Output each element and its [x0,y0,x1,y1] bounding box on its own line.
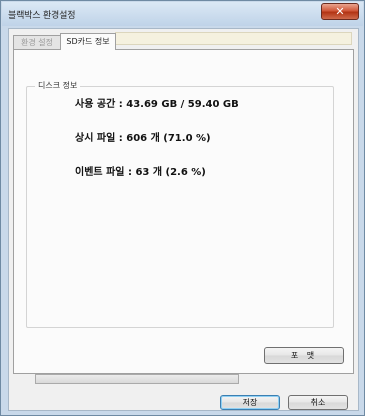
title-bar[interactable]: 블랙박스 환경설정 ✕ [2,2,363,26]
dialog-body: 환경 설정 SD카드 정보 디스크 정보 사용 공간 : 43.69 GB / … [8,28,359,411]
disk-info-group: 디스크 정보 사용 공간 : 43.69 GB / 59.40 GB 상시 파일… [26,80,334,328]
tab-strip-background [115,32,352,45]
used-space-text: 사용 공간 : 43.69 GB / 59.40 GB [75,99,239,110]
save-button[interactable]: 저장 [220,395,280,410]
normal-files-text: 상시 파일 : 606 개 (71.0 %) [75,133,211,144]
format-button[interactable]: 포 맷 [264,347,344,364]
disk-info-group-label: 디스크 정보 [35,80,81,91]
event-files-text: 이벤트 파일 : 63 개 (2.6 %) [75,167,206,178]
window-title: 블랙박스 환경설정 [8,11,76,21]
close-icon: ✕ [335,5,345,18]
sd-card-info-panel: 디스크 정보 사용 공간 : 43.69 GB / 59.40 GB 상시 파일… [13,49,354,374]
cancel-button[interactable]: 취소 [288,395,348,410]
format-progress-bar [35,374,239,384]
close-button[interactable]: ✕ [321,3,359,20]
tab-sd-card-info[interactable]: SD카드 정보 [60,33,116,50]
tab-environment-settings[interactable]: 환경 설정 [13,35,61,49]
settings-window: 블랙박스 환경설정 ✕ 환경 설정 SD카드 정보 디스크 정보 사용 공간 :… [0,0,365,416]
